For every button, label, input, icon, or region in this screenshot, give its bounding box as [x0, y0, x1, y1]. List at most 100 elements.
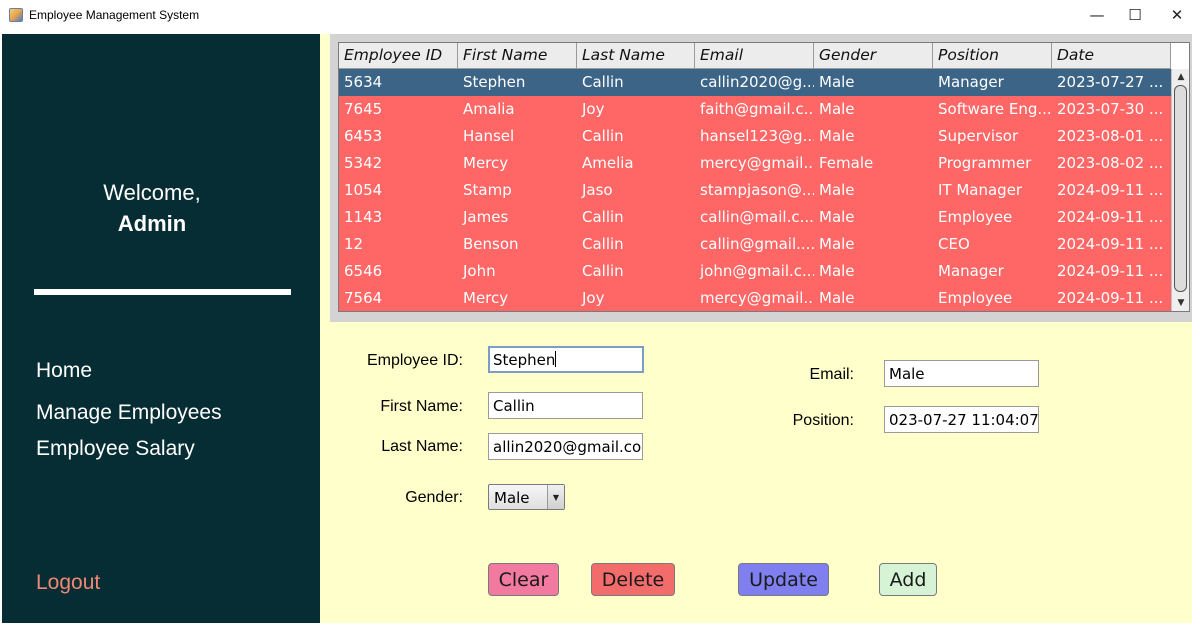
- table-cell: 2023-07-27 ...: [1057, 73, 1164, 91]
- add-button[interactable]: Add: [879, 563, 937, 596]
- logout-link[interactable]: Logout: [36, 571, 100, 595]
- table-cell: 2024-09-11 ...: [1057, 289, 1164, 307]
- table-body: 5634 Stephen Callin callin2020@g... Male Mana…: [339, 69, 1171, 311]
- table-cell: Joy: [582, 100, 605, 118]
- first-name-label: First Name:: [380, 398, 463, 415]
- table-cell: Manager: [938, 73, 1004, 91]
- table-cell: Mercy: [463, 289, 509, 307]
- position-field[interactable]: 023-07-27 11:04:07: [884, 406, 1039, 433]
- scrollbar-thumb[interactable]: [1174, 85, 1187, 292]
- table-cell: Employee: [938, 208, 1013, 226]
- table-cell: callin2020@g...: [700, 73, 814, 91]
- table-cell: Callin: [582, 73, 624, 91]
- table-cell: 2023-07-30 ...: [1057, 100, 1164, 118]
- table-row[interactable]: 5342 Mercy Amelia mercy@gmail... Female Progr…: [339, 150, 1171, 177]
- table-cell: Stephen: [463, 73, 526, 91]
- column-header-position[interactable]: Position: [933, 43, 1052, 69]
- table-cell: Callin: [582, 235, 624, 253]
- table-cell: 2024-09-11 ...: [1057, 208, 1164, 226]
- position-label: Position:: [792, 412, 854, 429]
- table-cell: Callin: [582, 208, 624, 226]
- table-cell: mercy@gmail...: [700, 289, 814, 307]
- table-cell: IT Manager: [938, 181, 1023, 199]
- column-header-last-name[interactable]: Last Name: [577, 43, 695, 69]
- first-name-field[interactable]: Callin: [488, 392, 643, 419]
- table-cell: Male: [819, 289, 855, 307]
- table-cell: Male: [819, 73, 855, 91]
- column-header-date[interactable]: Date: [1052, 43, 1171, 69]
- last-name-field[interactable]: allin2020@gmail.com: [488, 433, 643, 460]
- table-cell: Manager: [938, 262, 1004, 280]
- table-cell: callin@mail.c...: [700, 208, 814, 226]
- table-row[interactable]: 7645 Amalia Joy faith@gmail.c... Male Softwar…: [339, 96, 1171, 123]
- table-row[interactable]: 12 Benson Callin callin@gmail.... Male CEO 202…: [339, 231, 1171, 258]
- table-cell: James: [463, 208, 509, 226]
- table-cell: stampjason@...: [700, 181, 814, 199]
- nav-home[interactable]: Home: [36, 359, 92, 383]
- last-name-label: Last Name:: [381, 438, 463, 455]
- column-header-first-name[interactable]: First Name: [458, 43, 577, 69]
- table-cell: 6453: [344, 127, 383, 145]
- table-cell: 7645: [344, 100, 383, 118]
- table-cell: Male: [819, 127, 855, 145]
- table-cell: Joy: [582, 289, 605, 307]
- welcome-text: Welcome,: [103, 180, 201, 205]
- table-cell: Male: [819, 235, 855, 253]
- gender-selected-value: Male: [494, 489, 530, 507]
- java-app-icon: [9, 8, 23, 22]
- table-cell: 7564: [344, 289, 383, 307]
- employee-id-field[interactable]: Stephen: [488, 346, 644, 373]
- column-header-gender[interactable]: Gender: [814, 43, 933, 69]
- table-cell: callin@gmail....: [700, 235, 814, 253]
- update-button[interactable]: Update: [738, 563, 829, 596]
- table-cell: Male: [819, 262, 855, 280]
- table-cell: 12: [344, 235, 364, 253]
- table-cell: Mercy: [463, 154, 509, 172]
- scroll-up-arrow-icon[interactable]: ▲: [1174, 70, 1188, 84]
- table-row[interactable]: 5634 Stephen Callin callin2020@g... Male Mana…: [339, 69, 1171, 96]
- table-row[interactable]: 1143 James Callin callin@mail.c... Male Emplo…: [339, 204, 1171, 231]
- table-cell: Male: [819, 181, 855, 199]
- close-icon[interactable]: ✕: [1155, 0, 1199, 30]
- table-cell: Programmer: [938, 154, 1032, 172]
- table-cell: 5634: [344, 73, 383, 91]
- table-cell: 2023-08-01 ...: [1057, 127, 1164, 145]
- employee-table-panel: Employee ID First Name Last Name Email G…: [330, 34, 1192, 322]
- table-cell: Female: [819, 154, 874, 172]
- table-cell: 2024-09-11 ...: [1057, 235, 1164, 253]
- table-row[interactable]: 1054 Stamp Jaso stampjason@... Male IT Manage…: [339, 177, 1171, 204]
- table-scrollbar[interactable]: ▲ ▼: [1171, 69, 1189, 311]
- table-cell: Benson: [463, 235, 519, 253]
- sidebar-divider: [34, 289, 291, 295]
- table-cell: Stamp: [463, 181, 512, 199]
- table-cell: CEO: [938, 235, 970, 253]
- gender-select[interactable]: Male ▼: [488, 484, 565, 510]
- chevron-down-icon[interactable]: ▼: [547, 485, 564, 509]
- table-cell: Callin: [582, 262, 624, 280]
- column-header-employee-id[interactable]: Employee ID: [339, 43, 458, 69]
- delete-button[interactable]: Delete: [591, 563, 675, 596]
- table-cell: 2024-09-11 ...: [1057, 262, 1164, 280]
- table-row[interactable]: 6546 John Callin john@gmail.c... Male Manager…: [339, 258, 1171, 285]
- table-cell: Male: [819, 208, 855, 226]
- column-header-email[interactable]: Email: [695, 43, 814, 69]
- table-cell: hansel123@g...: [700, 127, 814, 145]
- email-field[interactable]: Male: [884, 360, 1039, 387]
- maximize-icon[interactable]: ☐: [1113, 0, 1157, 30]
- table-cell: 1054: [344, 181, 383, 199]
- table-cell: Amalia: [463, 100, 515, 118]
- table-cell: Male: [819, 100, 855, 118]
- table-cell: mercy@gmail...: [700, 154, 814, 172]
- nav-employee-salary[interactable]: Employee Salary: [36, 437, 195, 461]
- table-header: Employee ID First Name Last Name Email G…: [339, 43, 1171, 69]
- clear-button[interactable]: Clear: [488, 563, 559, 596]
- table-cell: Amelia: [582, 154, 634, 172]
- table-row[interactable]: 7564 Mercy Joy mercy@gmail... Male Employee 20…: [339, 285, 1171, 311]
- scroll-down-arrow-icon[interactable]: ▼: [1174, 296, 1188, 310]
- table-cell: Employee: [938, 289, 1013, 307]
- table-row[interactable]: 6453 Hansel Callin hansel123@g... Male Superv…: [339, 123, 1171, 150]
- table-cell: faith@gmail.c...: [700, 100, 814, 118]
- text-caret: [555, 351, 557, 367]
- table-cell: 5342: [344, 154, 383, 172]
- nav-manage-employees[interactable]: Manage Employees: [36, 401, 222, 425]
